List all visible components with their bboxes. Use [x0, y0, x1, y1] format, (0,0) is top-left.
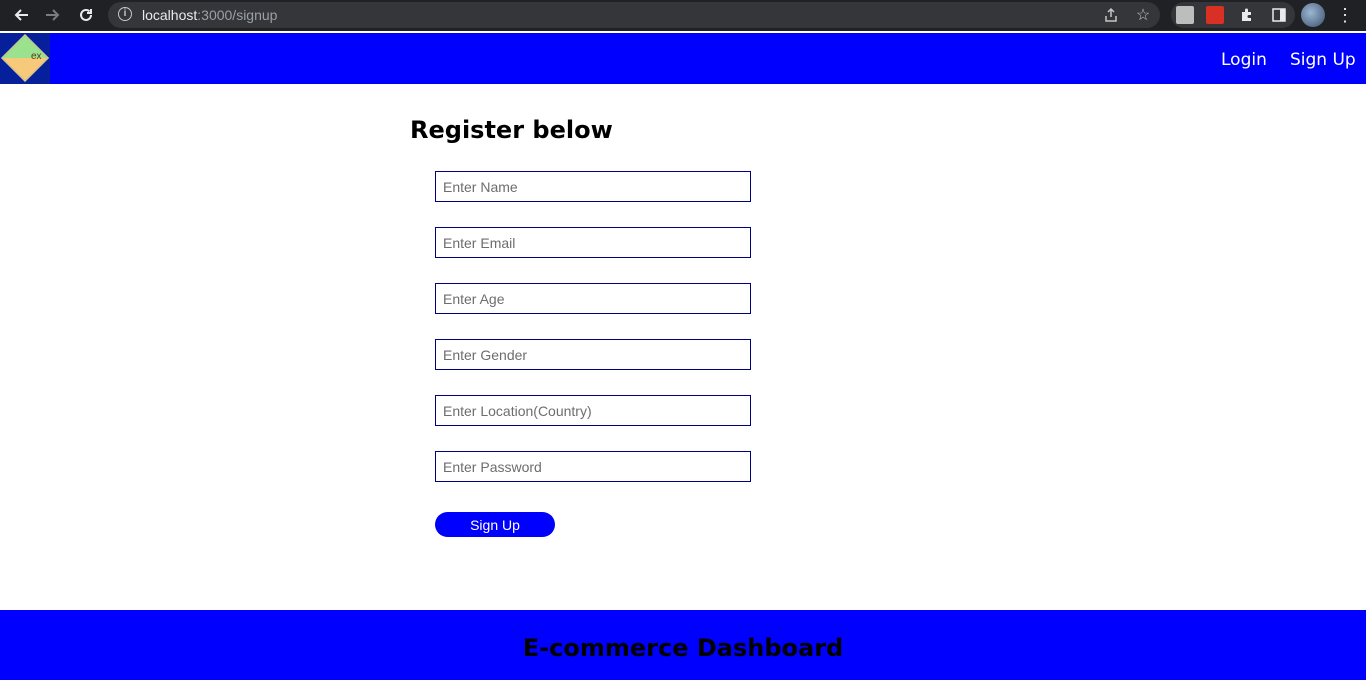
password-input[interactable] — [435, 451, 751, 482]
puzzle-icon[interactable] — [1236, 4, 1258, 26]
star-icon[interactable]: ☆ — [1132, 4, 1154, 26]
nav-link-login[interactable]: Login — [1221, 50, 1267, 70]
footer: E-commerce Dashboard — [0, 610, 1366, 680]
profile-avatar[interactable] — [1301, 3, 1325, 27]
signup-button[interactable]: Sign Up — [435, 512, 555, 537]
kebab-menu-icon[interactable]: ⋮ — [1336, 4, 1354, 26]
info-icon[interactable]: i — [118, 7, 132, 21]
pdf-extension-icon[interactable] — [1206, 6, 1224, 24]
browser-toolbar: i localhost:3000/signup ☆ ⋮ — [0, 0, 1366, 31]
location-input[interactable] — [435, 395, 751, 426]
age-input[interactable] — [435, 283, 751, 314]
reload-icon[interactable] — [73, 3, 99, 27]
logo[interactable]: ex — [0, 33, 50, 84]
name-input[interactable] — [435, 171, 751, 202]
back-icon[interactable] — [8, 3, 34, 27]
email-input[interactable] — [435, 227, 751, 258]
top-nav: ex Login Sign Up — [0, 33, 1366, 84]
url-text: localhost:3000/signup — [142, 7, 278, 23]
gender-input[interactable] — [435, 339, 751, 370]
extension-icon[interactable] — [1176, 6, 1194, 24]
address-bar[interactable]: i localhost:3000/signup ☆ — [108, 2, 1160, 28]
extensions-area — [1171, 2, 1295, 28]
logo-diamond-icon — [0, 33, 50, 83]
share-icon[interactable] — [1100, 4, 1122, 26]
nav-link-signup[interactable]: Sign Up — [1290, 50, 1356, 70]
page-title: Register below — [410, 116, 613, 144]
sidepanel-icon[interactable] — [1268, 4, 1290, 26]
logo-text: ex — [31, 51, 42, 62]
forward-icon[interactable] — [40, 3, 66, 27]
footer-title: E-commerce Dashboard — [522, 634, 844, 662]
